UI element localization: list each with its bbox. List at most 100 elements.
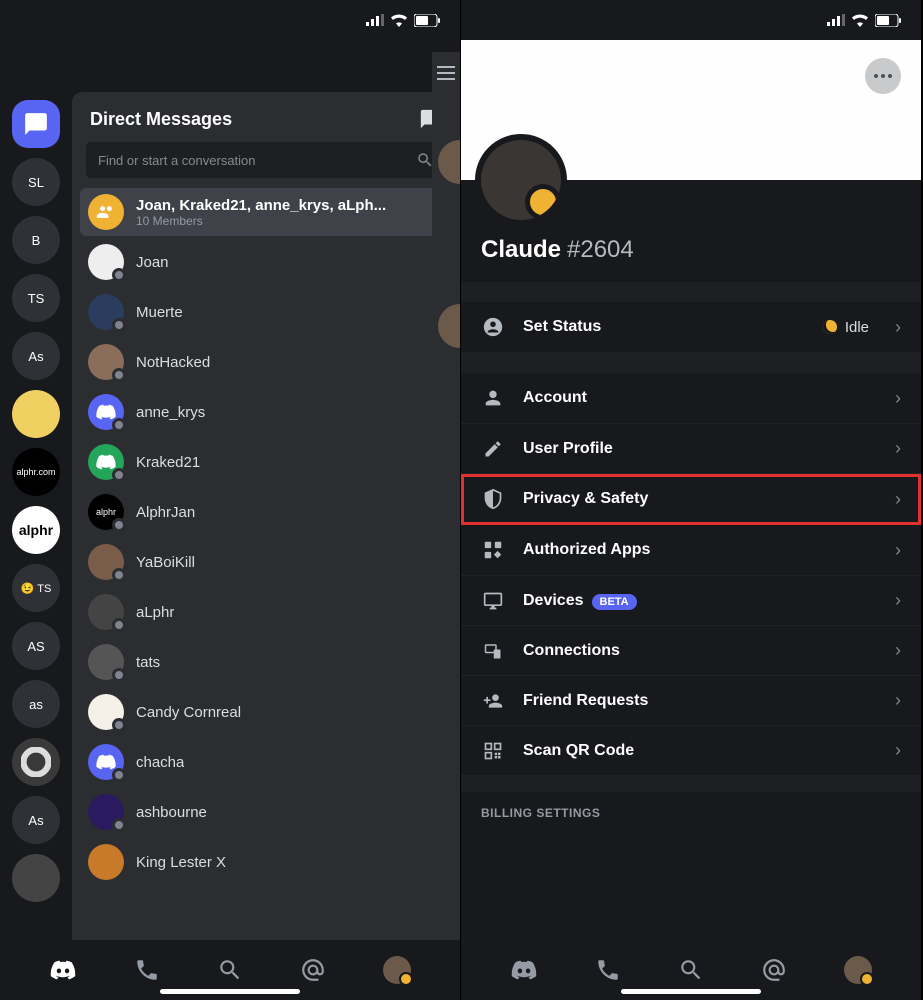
dm-item[interactable]: King Lester X [80, 838, 452, 886]
user-avatar [88, 744, 124, 780]
dm-item[interactable]: tats [80, 638, 452, 686]
dm-item[interactable]: ashbourne [80, 788, 452, 836]
idle-moon-icon [823, 320, 837, 334]
shield-icon [481, 488, 505, 510]
set-status-row[interactable]: Set Status Idle › [461, 302, 921, 353]
server-item[interactable] [12, 738, 60, 786]
status-value: Idle [823, 319, 869, 336]
user-avatar [88, 794, 124, 830]
server-item[interactable]: As [12, 796, 60, 844]
user-avatar [88, 594, 124, 630]
chevron-right-icon: › [895, 388, 901, 409]
dm-item[interactable]: YaBoiKill [80, 538, 452, 586]
server-item[interactable] [12, 390, 60, 438]
search-input[interactable]: Find or start a conversation [86, 142, 446, 178]
server-item[interactable]: B [12, 216, 60, 264]
user-avatar: alphr [88, 494, 124, 530]
privacy-safety-row[interactable]: Privacy & Safety › [461, 474, 921, 525]
server-item[interactable]: alphr.com [12, 448, 60, 496]
dm-name: Joan, Kraked21, anne_krys, aLph... [136, 197, 386, 214]
chevron-right-icon: › [895, 690, 901, 711]
user-avatar [88, 644, 124, 680]
devices-row[interactable]: DevicesBETA › [461, 576, 921, 626]
user-avatar [88, 444, 124, 480]
profile-header: Claude #2604 [461, 180, 921, 282]
dm-group-item[interactable]: Joan, Kraked21, anne_krys, aLph... 10 Me… [80, 188, 452, 236]
username: Claude [481, 236, 561, 264]
wifi-icon [390, 14, 408, 27]
dm-item[interactable]: Joan [80, 238, 452, 286]
devices-icon [481, 591, 505, 611]
user-avatar [88, 244, 124, 280]
nav-mentions-icon[interactable] [300, 957, 326, 983]
nav-profile-avatar[interactable] [383, 956, 411, 984]
server-item[interactable]: 😉 TS [12, 564, 60, 612]
account-row[interactable]: Account › [461, 373, 921, 424]
home-indicator [621, 989, 761, 994]
dm-item[interactable]: Candy Cornreal [80, 688, 452, 736]
user-avatar [88, 544, 124, 580]
nav-discord-icon[interactable] [510, 956, 538, 984]
dm-home-button[interactable] [12, 100, 60, 148]
battery-icon [875, 14, 901, 27]
chevron-right-icon: › [895, 489, 901, 510]
nav-search-icon[interactable] [678, 957, 704, 983]
group-avatar [88, 194, 124, 230]
more-button[interactable] [865, 58, 901, 94]
server-item[interactable]: AS [12, 622, 60, 670]
friend-requests-row[interactable]: Friend Requests › [461, 676, 921, 726]
nav-friends-icon[interactable] [134, 957, 160, 983]
user-avatar [88, 694, 124, 730]
apps-icon [481, 539, 505, 561]
search-placeholder: Find or start a conversation [98, 153, 256, 168]
chevron-right-icon: › [895, 317, 901, 338]
scan-qr-row[interactable]: Scan QR Code › [461, 726, 921, 776]
user-avatar [88, 394, 124, 430]
battery-icon [414, 14, 440, 27]
billing-section-header: BILLING SETTINGS [461, 792, 921, 828]
dm-item[interactable]: aLphr [80, 588, 452, 636]
dm-item[interactable]: alphrAlphrJan [80, 488, 452, 536]
user-avatar [88, 294, 124, 330]
home-indicator [160, 989, 300, 994]
status-bar [461, 0, 921, 40]
dm-item[interactable]: NotHacked [80, 338, 452, 386]
dm-header-title: Direct Messages [90, 109, 232, 130]
nav-profile-avatar[interactable] [844, 956, 872, 984]
connections-row[interactable]: Connections › [461, 626, 921, 676]
pencil-icon [481, 439, 505, 459]
connections-icon [481, 642, 505, 660]
channel-edge [432, 52, 460, 352]
server-item[interactable]: TS [12, 274, 60, 322]
server-item[interactable]: as [12, 680, 60, 728]
user-profile-row[interactable]: User Profile › [461, 424, 921, 474]
dm-panel: Direct Messages Find or start a conversa… [72, 92, 460, 940]
setting-label: Set Status [523, 318, 805, 336]
chevron-right-icon: › [895, 590, 901, 611]
profile-avatar[interactable] [475, 134, 567, 226]
nav-friends-icon[interactable] [595, 957, 621, 983]
dm-item[interactable]: chacha [80, 738, 452, 786]
server-item[interactable]: alphr [12, 506, 60, 554]
partial-avatar [438, 304, 460, 348]
phone-left-dm-list: SL B TS As alphr.com alphr 😉 TS AS as As… [0, 0, 461, 1000]
nav-mentions-icon[interactable] [761, 957, 787, 983]
dm-item[interactable]: Kraked21 [80, 438, 452, 486]
status-icon [481, 316, 505, 338]
dm-item[interactable]: Muerte [80, 288, 452, 336]
chevron-right-icon: › [895, 438, 901, 459]
phone-right-settings: Claude #2604 Set Status Idle › Account ›… [461, 0, 922, 1000]
dm-item[interactable]: anne_krys [80, 388, 452, 436]
nav-discord-icon[interactable] [49, 956, 77, 984]
nav-search-icon[interactable] [217, 957, 243, 983]
server-item[interactable]: As [12, 332, 60, 380]
qr-icon [481, 741, 505, 761]
dm-members: 10 Members [136, 214, 386, 228]
server-item[interactable]: SL [12, 158, 60, 206]
authorized-apps-row[interactable]: Authorized Apps › [461, 525, 921, 576]
dm-list[interactable]: Joan, Kraked21, anne_krys, aLph... 10 Me… [72, 188, 460, 940]
hamburger-icon[interactable] [437, 66, 455, 80]
server-item[interactable] [12, 854, 60, 902]
cellular-icon [827, 14, 845, 26]
cellular-icon [366, 14, 384, 26]
